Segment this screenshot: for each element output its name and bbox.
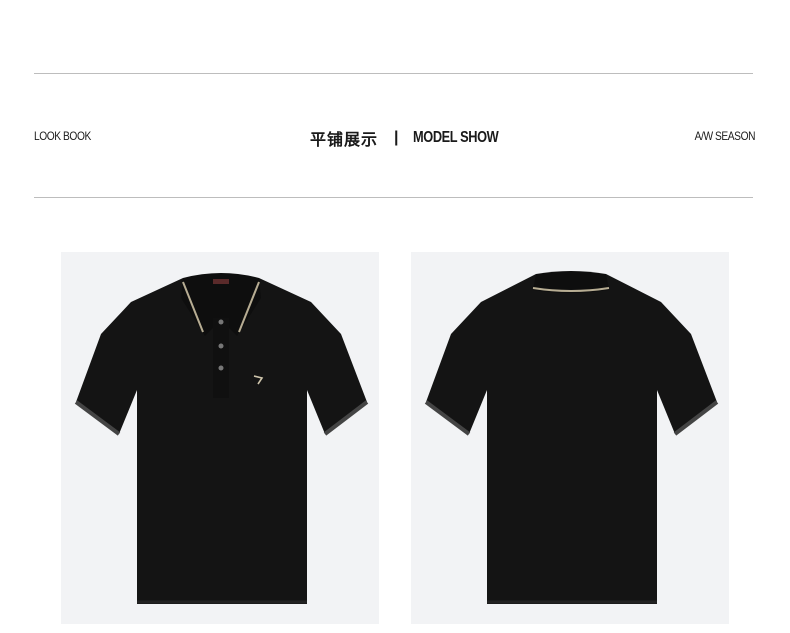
lookbook-label: LOOK BOOK bbox=[34, 129, 91, 143]
top-divider bbox=[34, 73, 753, 74]
bottom-divider bbox=[34, 197, 753, 198]
section-header: LOOK BOOK 平铺展示 | MODEL SHOW A/W SEASON bbox=[34, 122, 755, 152]
title-separator: | bbox=[394, 129, 399, 146]
title-english: MODEL SHOW bbox=[412, 129, 499, 146]
product-photo-back bbox=[411, 252, 729, 624]
polo-shirt-front-image bbox=[74, 273, 369, 604]
section-title: 平铺展示 | MODEL SHOW bbox=[310, 126, 519, 150]
polo-shirt-back-image bbox=[424, 271, 719, 604]
title-chinese: 平铺展示 bbox=[310, 132, 379, 149]
product-photo-front bbox=[61, 252, 379, 624]
season-label: A/W SEASON bbox=[694, 129, 756, 143]
